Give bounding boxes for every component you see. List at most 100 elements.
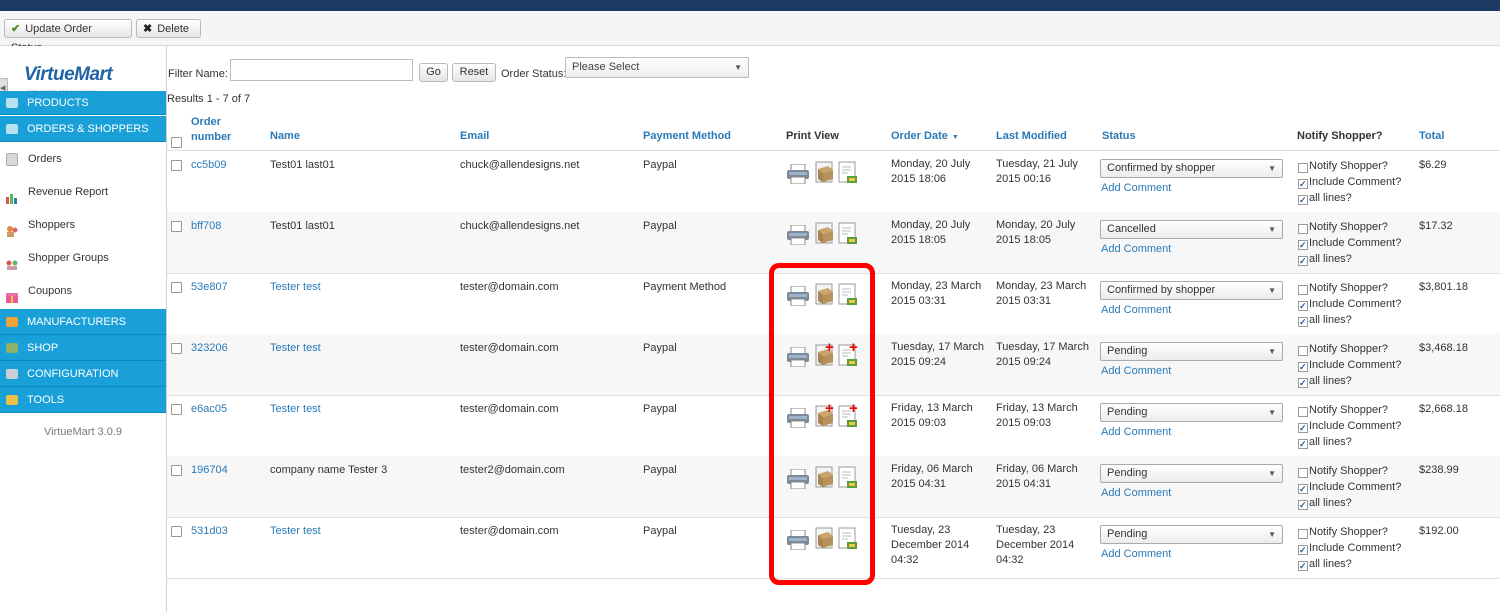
row-checkbox[interactable] (171, 465, 182, 476)
include-comment-option[interactable]: Include Comment? (1297, 418, 1417, 436)
notify-shopper-option[interactable]: Notify Shopper? (1297, 280, 1417, 296)
add-comment-link[interactable]: Add Comment (1101, 548, 1171, 560)
row-checkbox[interactable] (171, 160, 182, 171)
print-icon[interactable] (787, 163, 809, 185)
add-comment-link[interactable]: Add Comment (1101, 304, 1171, 316)
notify-shopper-checkbox[interactable] (1298, 529, 1308, 539)
notify-shopper-checkbox[interactable] (1298, 346, 1308, 356)
add-comment-link[interactable]: Add Comment (1101, 426, 1171, 438)
go-button[interactable]: Go (419, 63, 448, 82)
invoice-icon[interactable] (838, 222, 858, 245)
order-number-link[interactable]: bff708 (191, 219, 221, 234)
notify-shopper-checkbox[interactable] (1298, 468, 1308, 478)
row-checkbox[interactable] (171, 343, 182, 354)
column-header-order-number[interactable]: Order number (191, 115, 251, 145)
notify-shopper-option[interactable]: Notify Shopper? (1297, 524, 1417, 540)
row-checkbox[interactable] (171, 404, 182, 415)
menu-section-configuration[interactable]: CONFIGURATION (0, 361, 166, 387)
menu-section-shop[interactable]: SHOP (0, 335, 166, 361)
notify-shopper-checkbox[interactable] (1298, 285, 1308, 295)
sidebar-item-shopper-groups[interactable]: Shopper Groups (0, 243, 166, 273)
order-number-link[interactable]: 196704 (191, 463, 228, 478)
all-lines-option[interactable]: all lines? (1297, 434, 1417, 452)
order-status-select[interactable]: Cancelled ▼ (1100, 220, 1283, 239)
include-comment-checkbox[interactable] (1298, 298, 1308, 314)
invoice-icon[interactable] (838, 161, 858, 184)
packing-slip-icon[interactable] (813, 222, 835, 245)
row-checkbox[interactable] (171, 221, 182, 232)
row-checkbox[interactable] (171, 282, 182, 293)
order-number-link[interactable]: 323206 (191, 341, 228, 356)
notify-shopper-checkbox[interactable] (1298, 224, 1308, 234)
include-comment-option[interactable]: Include Comment? (1297, 174, 1417, 192)
column-header-name[interactable]: Name (270, 130, 300, 142)
notify-shopper-checkbox[interactable] (1298, 163, 1308, 173)
include-comment-option[interactable]: Include Comment? (1297, 479, 1417, 497)
menu-section-tools[interactable]: TOOLS (0, 387, 166, 413)
add-comment-link[interactable]: Add Comment (1101, 365, 1171, 377)
all-lines-option[interactable]: all lines? (1297, 251, 1417, 269)
include-comment-checkbox[interactable] (1298, 542, 1308, 558)
delete-button[interactable]: ✖ Delete (136, 19, 201, 38)
order-number-link[interactable]: cc5b09 (191, 158, 226, 173)
all-lines-checkbox[interactable] (1298, 497, 1308, 513)
all-lines-checkbox[interactable] (1298, 314, 1308, 330)
reset-button[interactable]: Reset (452, 63, 496, 82)
include-comment-option[interactable]: Include Comment? (1297, 540, 1417, 558)
order-status-select[interactable]: Pending ▼ (1100, 403, 1283, 422)
add-comment-link[interactable]: Add Comment (1101, 243, 1171, 255)
row-checkbox[interactable] (171, 526, 182, 537)
include-comment-option[interactable]: Include Comment? (1297, 235, 1417, 253)
menu-section-products[interactable]: PRODUCTS (0, 91, 166, 115)
all-lines-checkbox[interactable] (1298, 375, 1308, 391)
include-comment-checkbox[interactable] (1298, 237, 1308, 253)
order-number-link[interactable]: 53e807 (191, 280, 228, 295)
order-status-select[interactable]: Pending ▼ (1100, 525, 1283, 544)
order-status-select[interactable]: Confirmed by shopper ▼ (1100, 159, 1283, 178)
column-header-payment-method[interactable]: Payment Method (643, 130, 731, 142)
all-lines-checkbox[interactable] (1298, 253, 1308, 269)
select-all-checkbox[interactable] (171, 137, 182, 148)
notify-shopper-option[interactable]: Notify Shopper? (1297, 341, 1417, 357)
column-header-email[interactable]: Email (460, 130, 489, 142)
notify-shopper-checkbox[interactable] (1298, 407, 1308, 417)
notify-shopper-option[interactable]: Notify Shopper? (1297, 463, 1417, 479)
customer-name[interactable]: Tester test (270, 524, 321, 539)
notify-shopper-option[interactable]: Notify Shopper? (1297, 402, 1417, 418)
order-number-link[interactable]: e6ac05 (191, 402, 227, 417)
notify-shopper-option[interactable]: Notify Shopper? (1297, 158, 1417, 174)
all-lines-option[interactable]: all lines? (1297, 495, 1417, 513)
order-status-filter-select[interactable]: Please Select ▼ (565, 57, 749, 78)
print-icon[interactable] (787, 224, 809, 246)
all-lines-option[interactable]: all lines? (1297, 373, 1417, 391)
all-lines-option[interactable]: all lines? (1297, 312, 1417, 330)
all-lines-checkbox[interactable] (1298, 436, 1308, 452)
include-comment-checkbox[interactable] (1298, 176, 1308, 192)
menu-section-manufacturers[interactable]: MANUFACTURERS (0, 309, 166, 335)
include-comment-checkbox[interactable] (1298, 481, 1308, 497)
include-comment-checkbox[interactable] (1298, 420, 1308, 436)
menu-section-orders-shoppers[interactable]: ORDERS & SHOPPERS (0, 116, 166, 142)
update-order-status-button[interactable]: ✔Update Order Status (4, 19, 132, 54)
order-status-select[interactable]: Pending ▼ (1100, 342, 1283, 361)
include-comment-checkbox[interactable] (1298, 359, 1308, 375)
customer-name[interactable]: Tester test (270, 280, 321, 295)
sidebar-item-shoppers[interactable]: Shoppers (0, 210, 166, 240)
sidebar-item-coupons[interactable]: Coupons (0, 276, 166, 306)
filter-name-input[interactable] (230, 59, 413, 81)
all-lines-checkbox[interactable] (1298, 192, 1308, 208)
include-comment-option[interactable]: Include Comment? (1297, 296, 1417, 314)
customer-name[interactable]: Tester test (270, 341, 321, 356)
order-status-select[interactable]: Pending ▼ (1100, 464, 1283, 483)
customer-name[interactable]: Tester test (270, 402, 321, 417)
sidebar-item-revenue-report[interactable]: Revenue Report (0, 177, 166, 207)
notify-shopper-option[interactable]: Notify Shopper? (1297, 219, 1417, 235)
all-lines-option[interactable]: all lines? (1297, 190, 1417, 208)
column-header-order-date[interactable]: Order Date ▼ (891, 130, 959, 142)
sidebar-item-orders[interactable]: Orders (0, 144, 166, 174)
all-lines-checkbox[interactable] (1298, 558, 1308, 574)
include-comment-option[interactable]: Include Comment? (1297, 357, 1417, 375)
all-lines-option[interactable]: all lines? (1297, 556, 1417, 574)
order-status-select[interactable]: Confirmed by shopper ▼ (1100, 281, 1283, 300)
order-number-link[interactable]: 531d03 (191, 524, 228, 539)
